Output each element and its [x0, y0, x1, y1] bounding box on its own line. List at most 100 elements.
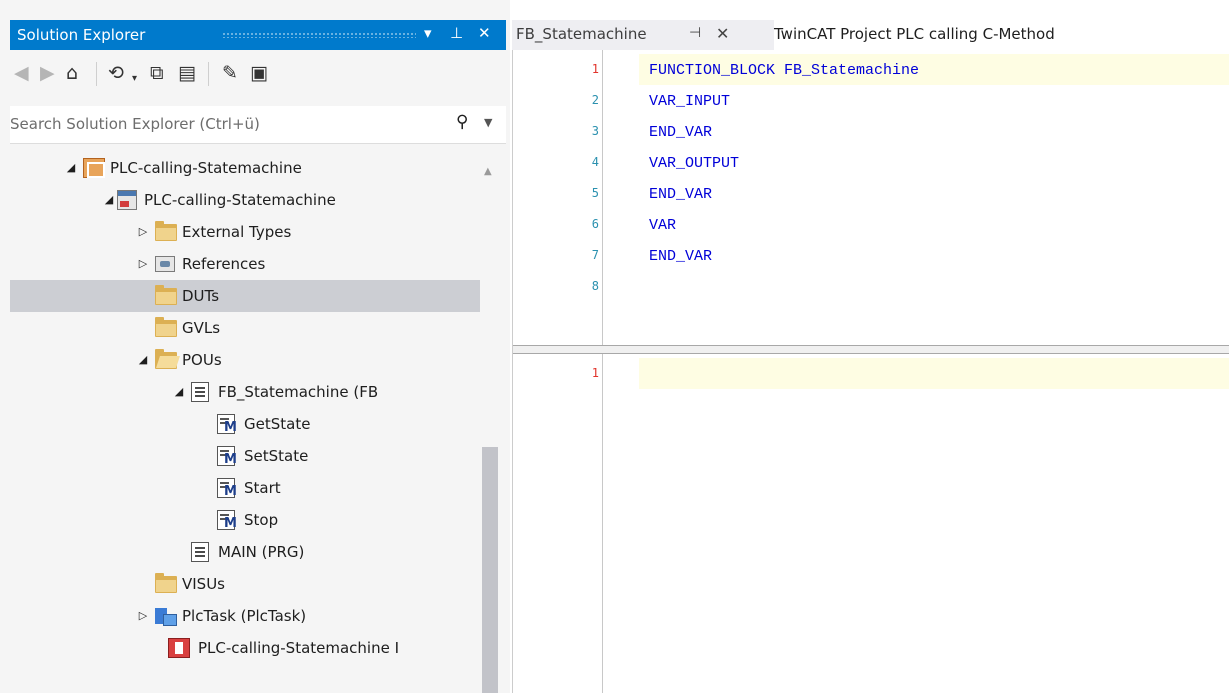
- toolbar-separator: [96, 62, 97, 86]
- tree-item-label: GVLs: [182, 319, 221, 337]
- forward-icon[interactable]: ▶: [40, 62, 55, 84]
- tree-item-label: VISUs: [182, 575, 226, 593]
- solution-explorer-title-bar[interactable]: Solution Explorer ▾ ⊥ ✕: [10, 20, 506, 50]
- back-icon[interactable]: ◀: [14, 62, 29, 84]
- tree-item-label: PlcTask (PlcTask): [182, 607, 307, 625]
- drag-grip[interactable]: [222, 32, 416, 38]
- tree-item[interactable]: ▷ References: [10, 248, 480, 280]
- pending-changes-icon[interactable]: ⟲: [108, 62, 124, 84]
- plc-object-icon: [117, 190, 139, 210]
- tree-item[interactable]: DUTs: [10, 280, 480, 312]
- tree-item-label: PLC-calling-Statemachine I: [198, 639, 400, 657]
- tree-item[interactable]: GetState: [10, 408, 480, 440]
- tree-item-label: GetState: [244, 415, 311, 433]
- pin-icon[interactable]: ⊥: [450, 24, 463, 42]
- expand-arrow-icon[interactable]: ▷: [136, 221, 150, 243]
- code-line[interactable]: END_VAR: [649, 248, 712, 265]
- tree-item[interactable]: PLC-calling-Statemachine I: [10, 632, 480, 664]
- scrollbar-thumb[interactable]: [482, 447, 498, 693]
- preview-icon[interactable]: ▣: [250, 62, 268, 84]
- gutter-separator: [602, 354, 603, 693]
- search-solution-explorer-input[interactable]: Search Solution Explorer (Ctrl+ü) ⚲ ▼: [10, 106, 506, 144]
- code-line[interactable]: VAR_OUTPUT: [649, 155, 739, 172]
- line-number: 3: [591, 124, 599, 138]
- tree-item[interactable]: ◢ POUs: [10, 344, 480, 376]
- tree-item[interactable]: VISUs: [10, 568, 480, 600]
- tree-item-label: References: [182, 255, 266, 273]
- line-number: 4: [591, 155, 599, 169]
- tree-item-label: MAIN (PRG): [218, 543, 305, 561]
- solution-tree: ◢ PLC-calling-Statemachine ◢ PLC-calling-St…: [10, 152, 506, 693]
- tree-item[interactable]: GVLs: [10, 312, 480, 344]
- show-all-files-icon[interactable]: ▤: [178, 62, 196, 84]
- gutter-separator: [602, 50, 603, 345]
- code-line[interactable]: VAR_INPUT: [649, 93, 730, 110]
- plc-project-icon: [83, 158, 105, 178]
- line-number: 1: [591, 62, 599, 76]
- tree-item[interactable]: Stop: [10, 504, 480, 536]
- search-placeholder: Search Solution Explorer (Ctrl+ü): [10, 115, 260, 133]
- tree-item[interactable]: ▷ PlcTask (PlcTask): [10, 600, 480, 632]
- expand-arrow-icon[interactable]: ▷: [136, 253, 150, 275]
- solution-explorer-toolbar: ◀ ▶ ⌂ ⟲ ▾ ⧉ ▤ ✎ ▣: [10, 50, 506, 100]
- code-line[interactable]: END_VAR: [649, 124, 712, 141]
- tree-item-label: FB_Statemachine (FB: [218, 383, 379, 401]
- search-icon[interactable]: ⚲: [456, 112, 468, 132]
- tree-item-label: PLC-calling-Statemachine: [110, 159, 302, 177]
- code-editor[interactable]: 1 FUNCTION_BLOCK FB_Statemachine 2 VAR_INPU…: [512, 50, 1229, 693]
- sync-icon[interactable]: ⧉: [150, 62, 164, 84]
- method-icon: [217, 414, 239, 435]
- tree-item[interactable]: Start: [10, 472, 480, 504]
- line-number: 1: [591, 366, 599, 380]
- code-line[interactable]: END_VAR: [649, 186, 712, 203]
- tab-label: FB_Statemachine: [516, 25, 647, 43]
- folder-icon: [155, 285, 177, 306]
- solution-explorer-panel: Solution Explorer ▾ ⊥ ✕ ◀ ▶ ⌂ ⟲ ▾ ⧉ ▤ ✎ …: [0, 0, 510, 693]
- folder-icon: [155, 573, 177, 594]
- pou-icon: [191, 542, 213, 562]
- expand-arrow-icon[interactable]: ▷: [136, 605, 150, 627]
- tab-twincat-project[interactable]: TwinCAT Project PLC calling C-Method: [774, 25, 1055, 43]
- tree-item-label: Stop: [244, 511, 279, 529]
- tree-item[interactable]: ◢ PLC-calling-Statemachine: [10, 152, 480, 184]
- wrench-icon[interactable]: ✎: [222, 62, 238, 84]
- tree-item[interactable]: ▷ External Types: [10, 216, 480, 248]
- document-tabs: FB_Statemachine ⊣ ✕ TwinCAT Project PLC …: [512, 20, 1229, 50]
- method-icon: [217, 478, 239, 499]
- tree-item[interactable]: ◢ PLC-calling-Statemachine: [10, 184, 480, 216]
- folder-icon: [155, 317, 177, 338]
- line-number: 8: [591, 279, 599, 293]
- close-icon[interactable]: ✕: [478, 24, 491, 42]
- tab-pin-icon[interactable]: ⊣: [689, 25, 701, 41]
- scroll-up-arrow-icon[interactable]: ▲: [484, 166, 492, 177]
- pou-icon: [191, 382, 213, 402]
- search-options-dropdown-icon[interactable]: ▼: [484, 116, 492, 129]
- collapse-arrow-icon[interactable]: ◢: [172, 381, 186, 403]
- collapse-arrow-icon[interactable]: ◢: [136, 349, 150, 371]
- dropdown-arrow-icon[interactable]: ▾: [424, 24, 432, 42]
- collapse-arrow-icon[interactable]: ◢: [64, 157, 78, 179]
- folder-open-icon: [155, 349, 177, 370]
- tab-fb-statemachine[interactable]: FB_Statemachine ⊣ ✕: [512, 20, 774, 50]
- line-number: 7: [591, 248, 599, 262]
- tree-item-label: External Types: [182, 223, 292, 241]
- method-icon: [217, 510, 239, 531]
- tree-item[interactable]: ◢ FB_Statemachine (FB: [10, 376, 480, 408]
- editor-splitter[interactable]: [513, 345, 1229, 354]
- code-line[interactable]: FUNCTION_BLOCK FB_Statemachine: [649, 62, 919, 79]
- tree-item-label: Start: [244, 479, 281, 497]
- references-icon: [155, 254, 177, 274]
- collapse-arrow-icon[interactable]: ◢: [102, 189, 116, 211]
- method-icon: [217, 446, 239, 467]
- solution-explorer-title: Solution Explorer: [17, 26, 146, 44]
- tab-close-icon[interactable]: ✕: [716, 24, 729, 43]
- code-line[interactable]: VAR: [649, 217, 676, 234]
- tree-item[interactable]: SetState: [10, 440, 480, 472]
- folder-icon: [155, 221, 177, 242]
- line-number: 2: [591, 93, 599, 107]
- tree-item-label: PLC-calling-Statemachine: [144, 191, 336, 209]
- chevron-down-icon[interactable]: ▾: [132, 68, 137, 90]
- home-icon[interactable]: ⌂: [66, 62, 78, 84]
- tree-item[interactable]: MAIN (PRG): [10, 536, 480, 568]
- tree-item-label: POUs: [182, 351, 222, 369]
